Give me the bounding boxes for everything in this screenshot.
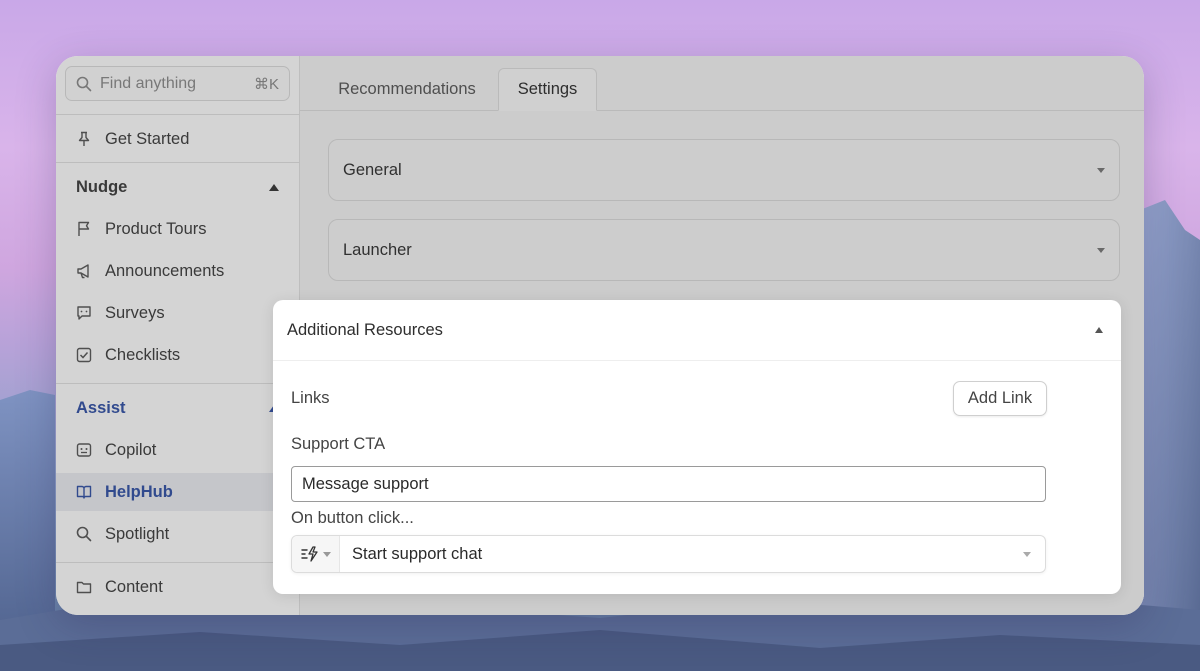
action-type-dropdown[interactable] <box>292 536 340 572</box>
accordion-additional-resources: Additional Resources Links Add Link Supp… <box>273 300 1121 594</box>
on-click-label: On button click... <box>291 509 414 527</box>
chevron-down-icon <box>1023 551 1031 557</box>
on-click-value: Start support chat <box>352 544 483 563</box>
support-cta-input[interactable] <box>291 466 1046 502</box>
accordion-header[interactable]: Additional Resources <box>273 300 1121 361</box>
links-row: Links Add Link <box>291 380 1047 416</box>
chevron-up-icon <box>1095 327 1103 333</box>
add-link-button[interactable]: Add Link <box>953 380 1047 416</box>
support-cta-label: Support CTA <box>291 435 386 453</box>
lightning-icon <box>300 546 319 562</box>
on-click-select[interactable]: Start support chat <box>291 535 1046 573</box>
accordion-label: Additional Resources <box>287 320 443 339</box>
links-label: Links <box>291 388 330 407</box>
chevron-down-icon <box>322 551 331 557</box>
